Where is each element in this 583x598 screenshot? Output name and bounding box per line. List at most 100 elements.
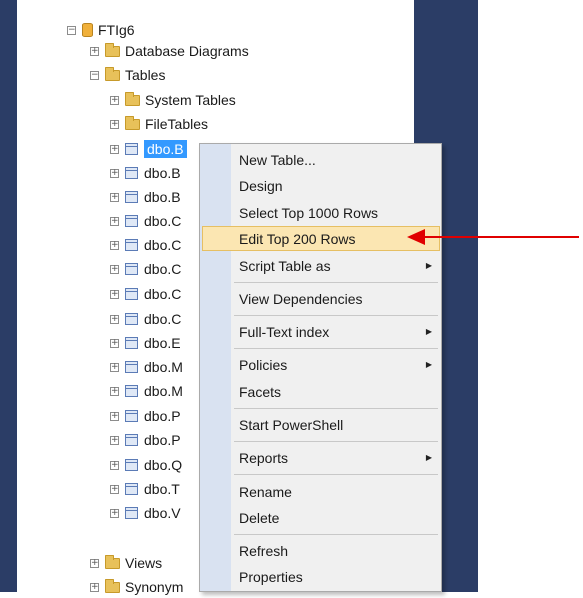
synonyms-label: Synonym	[125, 579, 184, 595]
tree-node-table[interactable]: + dbo.P	[110, 405, 181, 427]
menu-item-policies[interactable]: Policies ▶	[202, 352, 440, 377]
tree-node-table[interactable]: + dbo.T	[110, 478, 180, 500]
table-label: dbo.V	[144, 505, 181, 521]
database-label: FTIg6	[98, 22, 135, 38]
system-tables-label: System Tables	[145, 92, 236, 108]
table-icon	[125, 191, 138, 203]
menu-item-view-dependencies[interactable]: View Dependencies	[202, 286, 440, 311]
menu-item-label: Script Table as	[239, 257, 331, 274]
tree-node-views[interactable]: + Views	[90, 552, 162, 574]
menu-separator	[234, 348, 438, 349]
menu-item-new-table[interactable]: New Table...	[202, 147, 440, 172]
folder-icon	[105, 554, 120, 569]
tree-node-table[interactable]: + dbo.B	[110, 186, 181, 208]
expand-icon[interactable]: +	[110, 338, 119, 348]
expand-icon[interactable]: +	[110, 411, 119, 421]
expand-icon[interactable]: +	[110, 362, 119, 372]
tree-node-table[interactable]: + dbo.P	[110, 429, 181, 451]
tree-node-table[interactable]: + dbo.C	[110, 210, 181, 232]
tree-node-table[interactable]: + dbo.C	[110, 308, 181, 330]
tree-node-filetables[interactable]: + FileTables	[110, 113, 208, 135]
menu-item-label: Reports	[239, 449, 289, 466]
left-background-strip	[0, 0, 17, 592]
tree-node-table-selected[interactable]: + dbo.B	[110, 138, 187, 160]
expand-icon[interactable]: +	[110, 95, 119, 105]
submenu-arrow-icon: ▶	[425, 327, 432, 336]
table-label: dbo.B	[144, 140, 187, 158]
menu-item-rename[interactable]: Rename	[202, 479, 440, 504]
expand-icon[interactable]: +	[110, 168, 119, 178]
expand-icon[interactable]: +	[110, 386, 119, 396]
collapse-icon[interactable]: −	[90, 70, 99, 80]
expand-icon[interactable]: +	[90, 46, 99, 56]
table-icon	[125, 313, 138, 325]
tree-node-table[interactable]: + dbo.E	[110, 332, 181, 354]
tree-node-table[interactable]: + dbo.V	[110, 502, 181, 524]
expand-icon[interactable]: +	[90, 558, 99, 568]
expand-icon[interactable]: +	[110, 508, 119, 518]
menu-item-label: Rename	[239, 483, 292, 500]
expand-icon[interactable]: +	[110, 314, 119, 324]
menu-item-label: New Table...	[239, 151, 316, 168]
tree-node-database-diagrams[interactable]: + Database Diagrams	[90, 40, 249, 62]
tree-node-table[interactable]: + dbo.C	[110, 258, 181, 280]
database-diagrams-label: Database Diagrams	[125, 43, 249, 59]
expand-icon[interactable]: +	[110, 240, 119, 250]
tree-node-table[interactable]: + dbo.C	[110, 234, 181, 256]
menu-item-properties[interactable]: Properties	[202, 564, 440, 589]
menu-item-reports[interactable]: Reports ▶	[202, 445, 440, 470]
expand-icon[interactable]: +	[110, 144, 119, 154]
table-icon	[125, 337, 138, 349]
table-label: dbo.C	[144, 213, 182, 229]
table-icon	[125, 288, 138, 300]
table-icon	[125, 483, 138, 495]
menu-item-label: Properties	[239, 568, 303, 585]
expand-icon[interactable]: +	[110, 192, 119, 202]
expand-icon[interactable]: +	[110, 119, 119, 129]
folder-icon	[105, 42, 120, 57]
menu-item-full-text-index[interactable]: Full-Text index ▶	[202, 319, 440, 344]
tree-node-table[interactable]: + dbo.M	[110, 356, 183, 378]
table-icon	[125, 143, 138, 155]
table-label: dbo.Q	[144, 457, 183, 473]
menu-item-label: Delete	[239, 509, 280, 526]
collapse-icon[interactable]: −	[67, 25, 76, 35]
tree-node-tables[interactable]: − Tables	[90, 64, 165, 86]
menu-item-refresh[interactable]: Refresh	[202, 538, 440, 563]
table-label: dbo.C	[144, 286, 182, 302]
tree-node-synonyms[interactable]: + Synonym	[90, 576, 183, 598]
expand-icon[interactable]: +	[110, 264, 119, 274]
table-label: dbo.B	[144, 189, 181, 205]
expand-icon[interactable]: +	[90, 582, 99, 592]
menu-item-design[interactable]: Design	[202, 173, 440, 198]
submenu-arrow-icon: ▶	[425, 360, 432, 369]
table-label: dbo.T	[144, 481, 180, 497]
table-icon	[125, 434, 138, 446]
tree-node-system-tables[interactable]: + System Tables	[110, 89, 236, 111]
context-menu: New Table... Design Select Top 1000 Rows…	[199, 143, 442, 592]
tables-label: Tables	[125, 67, 166, 83]
menu-separator	[234, 408, 438, 409]
table-label: dbo.C	[144, 311, 182, 327]
tree-node-table[interactable]: + dbo.Q	[110, 454, 182, 476]
menu-item-select-top-1000[interactable]: Select Top 1000 Rows	[202, 200, 440, 225]
expand-icon[interactable]: +	[110, 216, 119, 226]
expand-icon[interactable]: +	[110, 435, 119, 445]
table-icon	[125, 361, 138, 373]
folder-icon	[105, 66, 120, 81]
menu-item-start-powershell[interactable]: Start PowerShell	[202, 412, 440, 437]
submenu-arrow-icon: ▶	[425, 453, 432, 462]
table-icon	[125, 459, 138, 471]
expand-icon[interactable]: +	[110, 460, 119, 470]
tree-node-database[interactable]: − FTIg6	[67, 19, 135, 41]
menu-item-script-table-as[interactable]: Script Table as ▶	[202, 253, 440, 278]
expand-icon[interactable]: +	[110, 289, 119, 299]
menu-item-label: Full-Text index	[239, 323, 330, 340]
menu-item-facets[interactable]: Facets	[202, 379, 440, 404]
menu-item-delete[interactable]: Delete	[202, 505, 440, 530]
tree-node-table[interactable]: + dbo.M	[110, 380, 183, 402]
expand-icon[interactable]: +	[110, 484, 119, 494]
tree-node-table[interactable]: + dbo.C	[110, 283, 181, 305]
tree-node-table[interactable]: + dbo.B	[110, 162, 181, 184]
folder-icon	[105, 578, 120, 593]
